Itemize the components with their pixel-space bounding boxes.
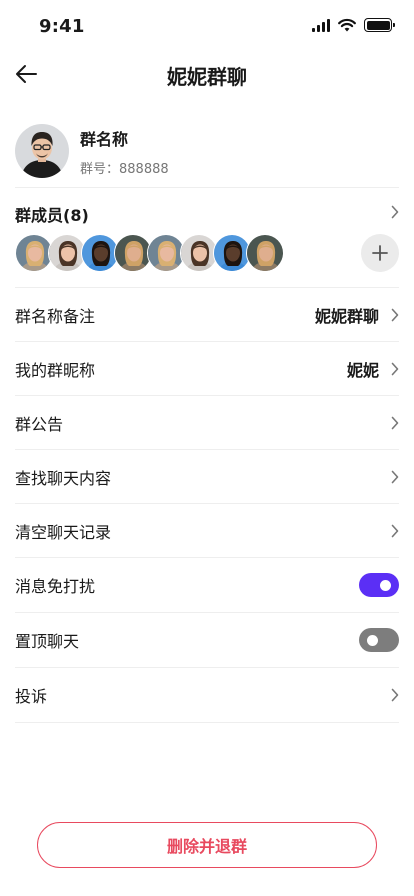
my-nickname-label: 我的群昵称 [15, 361, 96, 380]
announcement-label: 群公告 [15, 415, 64, 434]
group-id: 群号：888888 [80, 161, 169, 177]
status-time: 9:41 [39, 16, 85, 37]
cellular-signal-icon [312, 18, 330, 32]
pin-chat-label: 置顶聊天 [15, 632, 80, 651]
do-not-disturb-row: 消息免打扰 [15, 558, 399, 612]
delete-and-leave-button[interactable]: 删除并退群 [37, 822, 377, 868]
group-remark-value: 妮妮群聊 [314, 307, 379, 326]
do-not-disturb-label: 消息免打扰 [15, 577, 96, 596]
page-title: 妮妮群聊 [167, 65, 247, 89]
report-row[interactable]: 投诉 [15, 668, 399, 722]
divider [15, 722, 399, 723]
my-nickname-value: 妮妮 [346, 361, 379, 380]
clear-chat-label: 清空聊天记录 [15, 523, 112, 542]
report-label: 投诉 [15, 687, 48, 706]
pin-chat-toggle[interactable] [359, 628, 399, 652]
members-title: 群成员(8) [15, 206, 89, 225]
plus-icon [372, 245, 388, 261]
members-section: 群成员(8) [15, 188, 399, 286]
chevron-right-icon [391, 688, 399, 702]
status-bar: 9:41 [0, 0, 414, 52]
chevron-right-icon [391, 416, 399, 430]
chevron-right-icon [391, 205, 399, 219]
chevron-right-icon [391, 362, 399, 376]
group-name: 群名称 [80, 129, 129, 149]
group-header[interactable]: 群名称 群号：888888 [15, 116, 399, 186]
pin-chat-row: 置顶聊天 [15, 613, 399, 667]
announcement-row[interactable]: 群公告 [15, 396, 399, 450]
add-member-button[interactable] [361, 234, 399, 272]
group-remark-label: 群名称备注 [15, 307, 96, 326]
group-avatar[interactable] [15, 124, 69, 178]
search-chat-row[interactable]: 查找聊天内容 [15, 450, 399, 504]
nav-bar: 妮妮群聊 [0, 52, 414, 96]
status-icons [312, 18, 395, 32]
my-nickname-row[interactable]: 我的群昵称 妮妮 [15, 342, 399, 396]
group-remark-row[interactable]: 群名称备注 妮妮群聊 [15, 288, 399, 342]
battery-icon [364, 18, 395, 32]
chevron-right-icon [391, 524, 399, 538]
wifi-icon [338, 18, 356, 32]
member-avatars [15, 234, 284, 272]
clear-chat-row[interactable]: 清空聊天记录 [15, 504, 399, 558]
members-more-button[interactable] [391, 204, 399, 223]
member-avatar[interactable] [246, 234, 284, 272]
do-not-disturb-toggle[interactable] [359, 573, 399, 597]
search-chat-label: 查找聊天内容 [15, 469, 112, 488]
group-info: 群名称 群号：888888 [80, 126, 169, 177]
chevron-right-icon [391, 470, 399, 484]
chevron-right-icon [391, 308, 399, 322]
